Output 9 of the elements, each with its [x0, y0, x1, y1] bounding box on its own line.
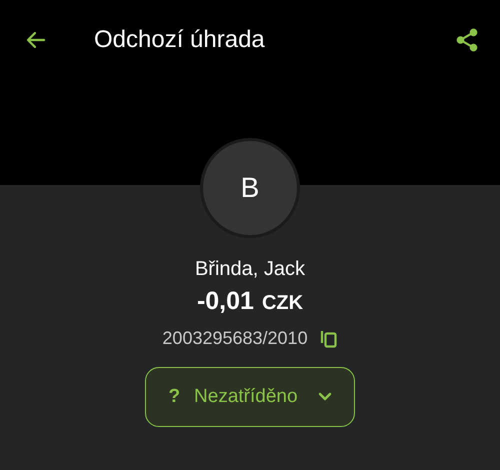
- copy-icon[interactable]: [320, 328, 338, 348]
- account-number: 2003295683/2010: [162, 328, 308, 349]
- counterparty-name: Břinda, Jack: [194, 258, 306, 281]
- screen-title: Odchozí úhrada: [94, 26, 266, 54]
- currency: CZK: [262, 292, 304, 315]
- share-icon[interactable]: [454, 27, 480, 53]
- category-dropdown[interactable]: ? Nezatříděno: [145, 367, 355, 427]
- chevron-down-icon: [318, 392, 332, 402]
- amount-value: -0,01: [196, 287, 254, 316]
